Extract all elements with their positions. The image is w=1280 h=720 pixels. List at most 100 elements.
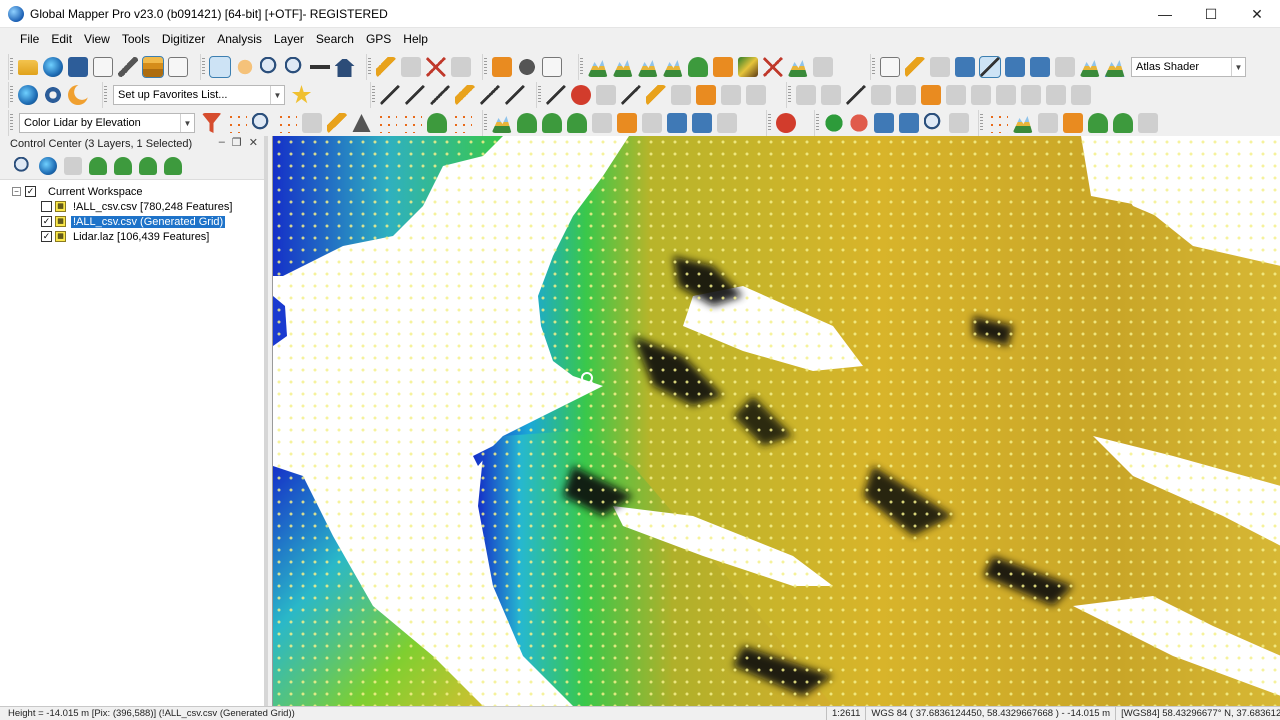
shrub-icon[interactable] — [541, 113, 562, 133]
digitizer-pencil-icon[interactable] — [375, 57, 396, 77]
night-mode-icon[interactable] — [67, 85, 88, 105]
split-line-icon[interactable] — [620, 85, 641, 105]
full-view-icon[interactable] — [38, 156, 57, 175]
toolbar-grip[interactable] — [372, 86, 375, 104]
elevation-up-icon[interactable] — [1054, 57, 1075, 77]
mesh-icon[interactable] — [1012, 116, 1033, 133]
menu-tools[interactable]: Tools — [116, 28, 156, 50]
delete-feature-icon[interactable] — [425, 57, 446, 77]
delete-vertex-icon[interactable] — [895, 85, 916, 105]
lidar-edit-icon[interactable] — [326, 113, 347, 133]
layer-label[interactable]: !ALL_csv.csv [780,248 Features] — [71, 201, 234, 213]
reshape-icon[interactable] — [920, 85, 941, 105]
select-area-icon[interactable] — [400, 57, 421, 77]
menu-analysis[interactable]: Analysis — [211, 28, 268, 50]
play-icon[interactable] — [823, 113, 844, 133]
toolbar-grip[interactable] — [580, 58, 583, 76]
cube-icon[interactable] — [1037, 113, 1058, 133]
open-folder-icon[interactable] — [17, 59, 38, 75]
profile-icon[interactable] — [812, 57, 833, 77]
toolbar-grip[interactable] — [872, 58, 875, 76]
control-center-icon[interactable] — [141, 56, 164, 78]
marker-icon[interactable] — [1062, 113, 1083, 133]
toolbar-grip[interactable] — [816, 114, 819, 132]
lidar-search-icon[interactable] — [251, 113, 272, 133]
layer-options-icon[interactable] — [113, 156, 132, 175]
create-curve-icon[interactable] — [429, 85, 450, 105]
create-polyline-icon[interactable] — [479, 85, 500, 105]
contour-icon[interactable] — [612, 60, 633, 77]
lidar-query-icon[interactable] — [691, 113, 712, 133]
densify-icon[interactable] — [1045, 85, 1066, 105]
triangle-icon[interactable] — [352, 114, 371, 132]
draw-freehand-icon[interactable] — [454, 85, 475, 105]
map-view[interactable] — [272, 136, 1280, 706]
combine-terrain-icon[interactable] — [687, 57, 708, 77]
show-layer-icon[interactable] — [138, 156, 157, 175]
panel-restore-button[interactable]: ❐ — [232, 136, 242, 149]
create-line-icon[interactable] — [379, 85, 400, 105]
ground-icon[interactable] — [401, 113, 422, 133]
volume-icon[interactable] — [787, 60, 808, 77]
back-arrow-icon[interactable] — [309, 57, 330, 77]
export-icon[interactable] — [92, 57, 113, 77]
breakline-icon[interactable] — [716, 113, 737, 133]
config-wrench-icon[interactable] — [117, 57, 138, 77]
layer-row[interactable]: ✓ ▦ !ALL_csv.csv (Generated Grid) — [0, 214, 264, 229]
toolbar-grip[interactable] — [10, 114, 13, 132]
layer-row[interactable]: ✓ ▦ Lidar.laz [106,439 Features] — [0, 229, 264, 244]
zoom-remove-icon[interactable] — [948, 113, 969, 133]
toolbar-grip[interactable] — [980, 114, 983, 132]
toolbar-grip[interactable] — [484, 58, 487, 76]
add-layer-icon[interactable] — [88, 156, 107, 175]
menu-gps[interactable]: GPS — [360, 28, 397, 50]
point-profile-icon[interactable] — [987, 113, 1008, 133]
menu-view[interactable]: View — [78, 28, 116, 50]
panel-close-button[interactable]: ✕ — [249, 136, 258, 149]
path-profile-icon[interactable] — [898, 113, 919, 133]
toolbar-grip[interactable] — [10, 86, 13, 104]
layout-icon[interactable] — [879, 57, 900, 77]
filter-funnel-icon[interactable] — [201, 113, 222, 133]
noise-icon[interactable] — [376, 113, 397, 133]
stop-icon[interactable] — [848, 113, 869, 133]
zoom-to-layer-icon[interactable] — [13, 156, 32, 175]
save-icon[interactable] — [67, 57, 88, 77]
shader-map-icon[interactable] — [737, 57, 758, 77]
brush-icon[interactable] — [1137, 113, 1158, 133]
feature-info-icon[interactable] — [516, 57, 537, 77]
projection-globe-icon[interactable] — [17, 85, 38, 105]
menu-help[interactable]: Help — [397, 28, 434, 50]
terrain-icon[interactable] — [1079, 60, 1100, 77]
powerline-icon[interactable] — [641, 113, 662, 133]
color-wheel-icon[interactable] — [775, 113, 796, 133]
vertical-exag-icon[interactable] — [929, 57, 950, 77]
building-extract-icon[interactable] — [591, 113, 612, 133]
layer-label-selected[interactable]: !ALL_csv.csv (Generated Grid) — [71, 215, 226, 228]
lidar-color-select[interactable]: Color Lidar by Elevation ▼ — [19, 113, 195, 133]
reverse-icon[interactable] — [1070, 85, 1091, 105]
vegetation-icon[interactable] — [426, 113, 447, 133]
building-icon[interactable] — [451, 113, 472, 133]
canopy-icon[interactable] — [1087, 113, 1108, 133]
toolbar-grip[interactable] — [484, 114, 487, 132]
attribute-icon[interactable] — [541, 57, 562, 77]
panel-minimize-button[interactable]: – — [219, 136, 225, 149]
high-veg-icon[interactable] — [566, 113, 587, 133]
rotate-icon[interactable] — [820, 85, 841, 105]
water-icon[interactable] — [666, 113, 687, 133]
toolbar-grip[interactable] — [788, 86, 791, 104]
collapse-icon[interactable]: − — [12, 187, 21, 196]
workspace-row[interactable]: − ✓ Current Workspace — [0, 184, 264, 199]
create-path-icon[interactable] — [404, 85, 425, 105]
layer-row[interactable]: ▦ !ALL_csv.csv [780,248 Features] — [0, 199, 264, 214]
chevron-down-icon[interactable]: ▼ — [1231, 58, 1245, 76]
offset-icon[interactable] — [945, 85, 966, 105]
settings-gear-icon[interactable] — [42, 85, 63, 105]
simplify-icon[interactable] — [995, 85, 1016, 105]
join-icon[interactable] — [745, 85, 766, 105]
toolbar-grip[interactable] — [538, 86, 541, 104]
pointer-tool-icon[interactable] — [208, 56, 231, 78]
erase-icon[interactable] — [670, 85, 691, 105]
hillshade-icon[interactable] — [978, 56, 1001, 78]
